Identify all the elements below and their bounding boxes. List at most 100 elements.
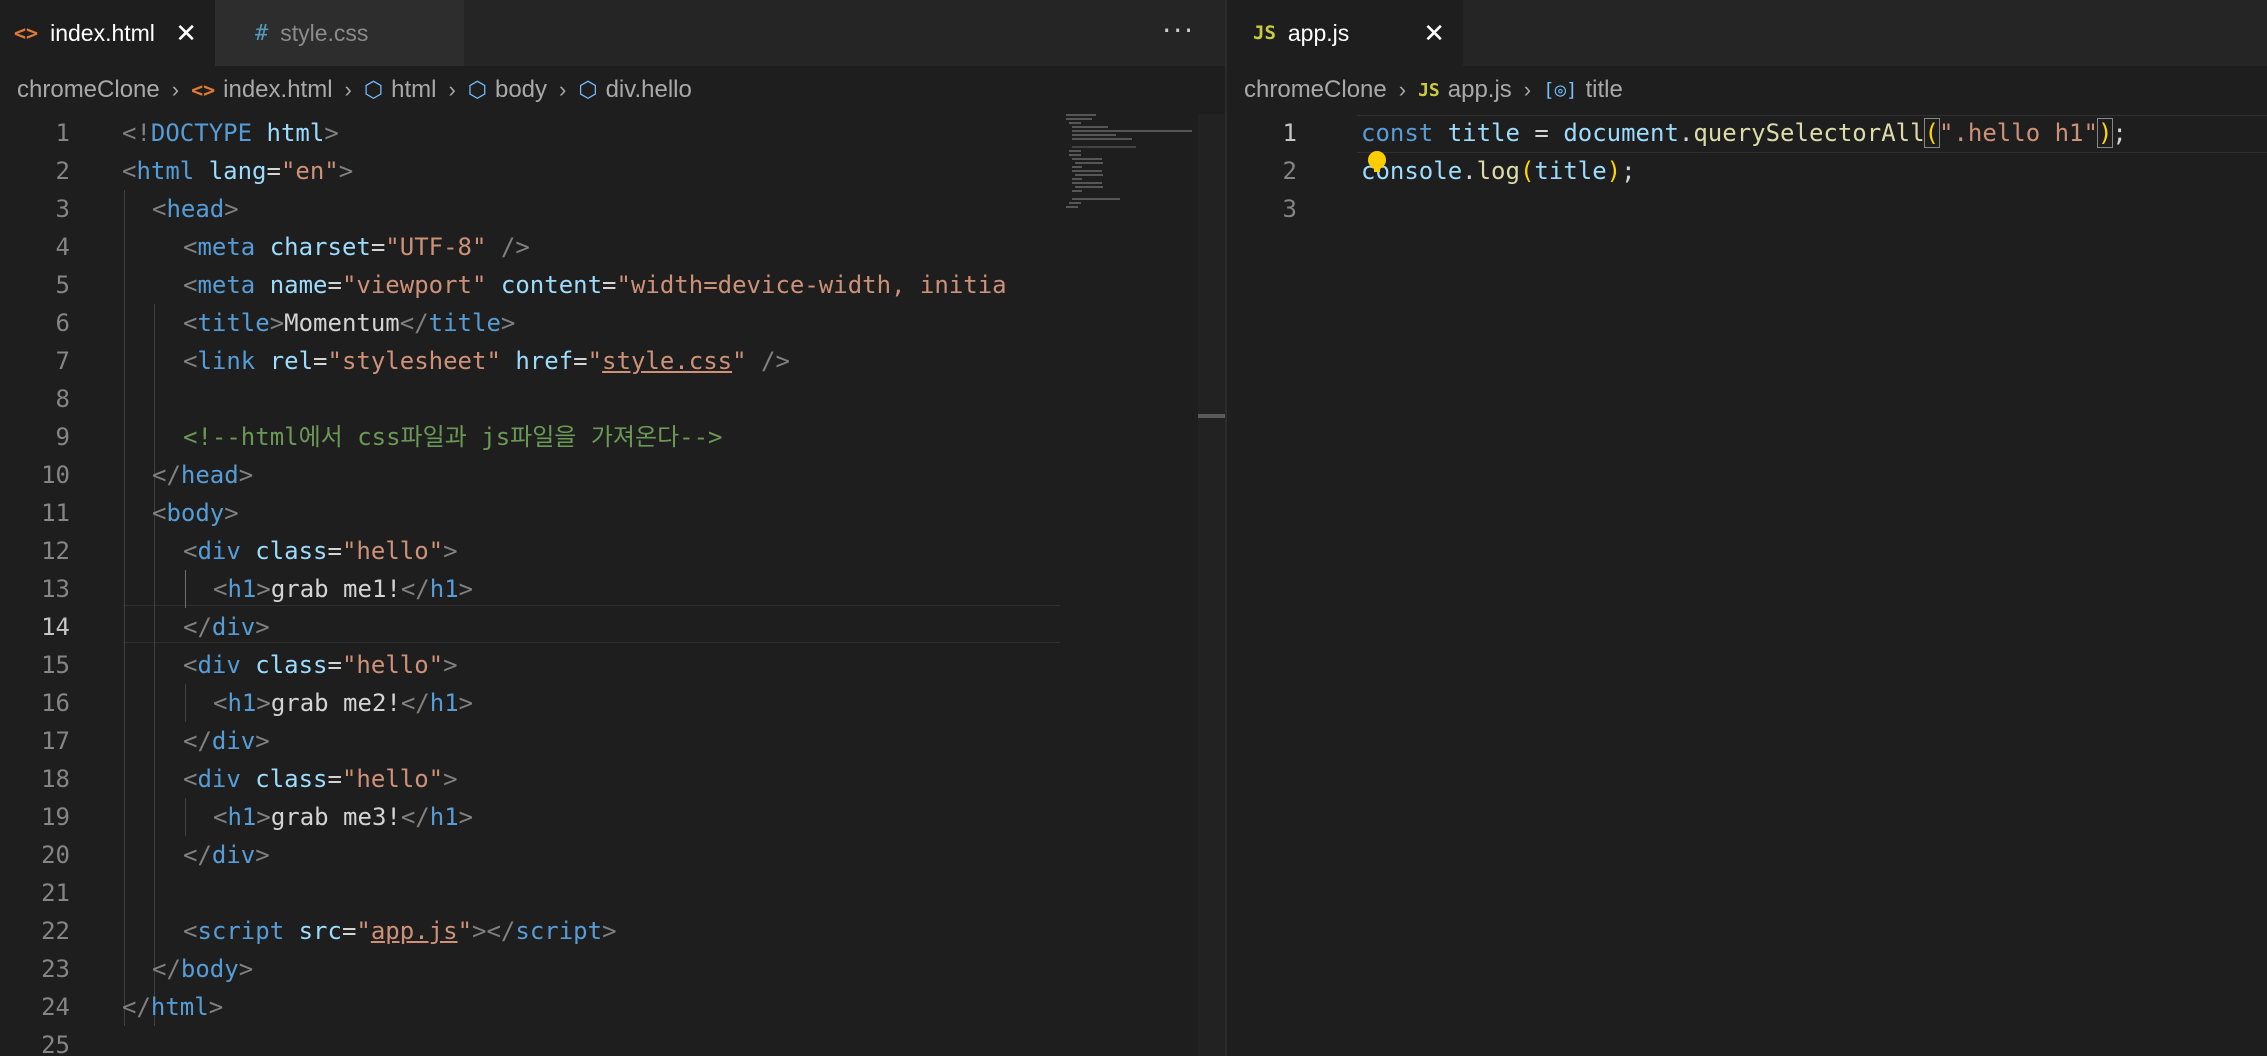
code-line: <script src="app.js"></script> <box>183 917 617 945</box>
line-number: 9 <box>55 423 70 451</box>
code-line: <h1>grab me3!</h1> <box>213 803 474 831</box>
close-tab-icon[interactable]: ✕ <box>175 20 197 46</box>
line-number: 13 <box>41 575 70 603</box>
line-number: 21 <box>41 879 70 907</box>
tab-label: index.html <box>50 19 155 46</box>
code-line: <body> <box>152 499 239 527</box>
chevron-right-icon: › <box>1523 77 1532 102</box>
css-file-icon: # <box>255 20 269 46</box>
line-number: 5 <box>55 271 70 299</box>
indent-guide <box>185 570 186 608</box>
code-comment-line: <!--html에서 css파일과 js파일을 가져온다--> <box>183 423 723 451</box>
breadcrumb-item-body[interactable]: body <box>495 76 547 104</box>
code-line: <div class="hello"> <box>183 651 458 679</box>
html-file-icon: <> <box>14 21 39 45</box>
code-line: <h1>grab me1!</h1> <box>213 575 474 603</box>
breadcrumb-item-html[interactable]: html <box>391 76 436 104</box>
line-number: 24 <box>41 993 70 1021</box>
code-line: </div> <box>183 727 270 755</box>
minimap[interactable] <box>1060 114 1198 1056</box>
chevron-right-icon: › <box>344 77 352 102</box>
line-number: 2 <box>1282 157 1297 185</box>
code-line: <html lang="en"> <box>122 157 354 185</box>
breadcrumb-item-file[interactable]: index.html <box>223 76 332 104</box>
element-cube-icon: ⬡ <box>578 77 598 103</box>
line-number: 11 <box>41 499 70 527</box>
code-line: <div class="hello"> <box>183 537 458 565</box>
variable-icon: [◎] <box>1543 79 1578 101</box>
tab-label: app.js <box>1287 19 1350 46</box>
line-number: 3 <box>1282 195 1297 223</box>
vertical-scrollbar[interactable] <box>1198 114 1225 1056</box>
code-line: <!DOCTYPE html> <box>122 119 339 147</box>
code-editor[interactable]: 1 2 3 4 5 6 7 8 9 10 11 12 13 14 15 16 1… <box>0 114 1060 1056</box>
breadcrumb-item-div-hello[interactable]: div.hello <box>606 76 692 104</box>
line-number: 8 <box>55 385 70 413</box>
chevron-right-icon: › <box>448 77 456 102</box>
code-editor[interactable]: 1 2 3 const title = document.querySelect… <box>1227 114 2267 1056</box>
scrollbar-position-marker <box>1198 414 1225 418</box>
tab-label: style.css <box>280 19 369 46</box>
code-line: <meta charset="UTF-8" /> <box>183 233 530 261</box>
left-editor-group: <> index.html ✕ # style.css ··· chromeCl… <box>0 0 1225 1056</box>
right-editor-group: JS app.js ✕ chromeClone › JS app.js › [◎… <box>1227 0 2267 1056</box>
code-line: </head> <box>152 461 254 489</box>
line-number: 3 <box>55 195 70 223</box>
line-number: 4 <box>55 233 70 261</box>
indent-guide <box>185 684 186 722</box>
chevron-right-icon: › <box>559 77 567 102</box>
code-line: </div> <box>183 841 270 869</box>
chevron-right-icon: › <box>1398 77 1407 102</box>
code-line-current: </div> <box>183 613 270 641</box>
tab-app-js[interactable]: JS app.js ✕ <box>1227 0 1463 66</box>
line-number: 1 <box>55 119 70 147</box>
line-number: 12 <box>41 537 70 565</box>
chevron-right-icon: › <box>171 77 180 102</box>
line-number: 10 <box>41 461 70 489</box>
code-line-current: const title = document.querySelectorAll(… <box>1361 118 2127 148</box>
line-number: 15 <box>41 651 70 679</box>
line-number-current: 14 <box>41 613 70 641</box>
breadcrumb: chromeClone › JS app.js › [◎] title <box>1227 66 2267 114</box>
indent-guide <box>124 190 125 1026</box>
code-line: <meta name="viewport" content="width=dev… <box>183 271 1007 299</box>
element-cube-icon: ⬡ <box>467 77 487 103</box>
indent-guide <box>185 798 186 836</box>
lightbulb-icon[interactable] <box>1368 151 1386 172</box>
line-number: 2 <box>55 157 70 185</box>
tab-index-html[interactable]: <> index.html ✕ <box>0 0 215 66</box>
link-style-css[interactable]: style.css <box>602 347 732 375</box>
line-number: 6 <box>55 309 70 337</box>
breadcrumb-item-file[interactable]: app.js <box>1448 76 1512 104</box>
breadcrumb-item-folder[interactable]: chromeClone <box>1244 76 1387 104</box>
tab-style-css[interactable]: # style.css <box>215 0 465 66</box>
js-file-icon: JS <box>1418 79 1440 101</box>
close-tab-icon[interactable]: ✕ <box>1423 20 1445 46</box>
breadcrumb-item-folder[interactable]: chromeClone <box>17 76 160 104</box>
code-line: <div class="hello"> <box>183 765 458 793</box>
element-cube-icon: ⬡ <box>363 77 384 103</box>
js-file-icon: JS <box>1253 22 1276 44</box>
line-number: 19 <box>41 803 70 831</box>
right-tab-bar: JS app.js ✕ <box>1227 0 2267 66</box>
code-line: <title>Momentum</title> <box>183 309 516 337</box>
code-line: <link rel="stylesheet" href="style.css" … <box>183 347 790 375</box>
line-number: 18 <box>41 765 70 793</box>
code-line: <head> <box>152 195 239 223</box>
line-number: 20 <box>41 841 70 869</box>
code-line: <h1>grab me2!</h1> <box>213 689 474 717</box>
breadcrumb: chromeClone › <> index.html › ⬡ html › ⬡… <box>0 66 1225 114</box>
line-number: 25 <box>41 1031 70 1056</box>
line-number: 16 <box>41 689 70 717</box>
code-line: </body> <box>152 955 254 983</box>
html-file-icon: <> <box>191 78 216 102</box>
link-app-js[interactable]: app.js <box>371 917 458 945</box>
line-number: 17 <box>41 727 70 755</box>
code-line: </html> <box>122 993 224 1021</box>
line-number: 22 <box>41 917 70 945</box>
code-line: console.log(title); <box>1361 157 1636 185</box>
line-number: 23 <box>41 955 70 983</box>
more-actions-icon[interactable]: ··· <box>1162 14 1195 47</box>
line-number: 7 <box>55 347 70 375</box>
breadcrumb-item-symbol[interactable]: title <box>1585 76 1622 104</box>
